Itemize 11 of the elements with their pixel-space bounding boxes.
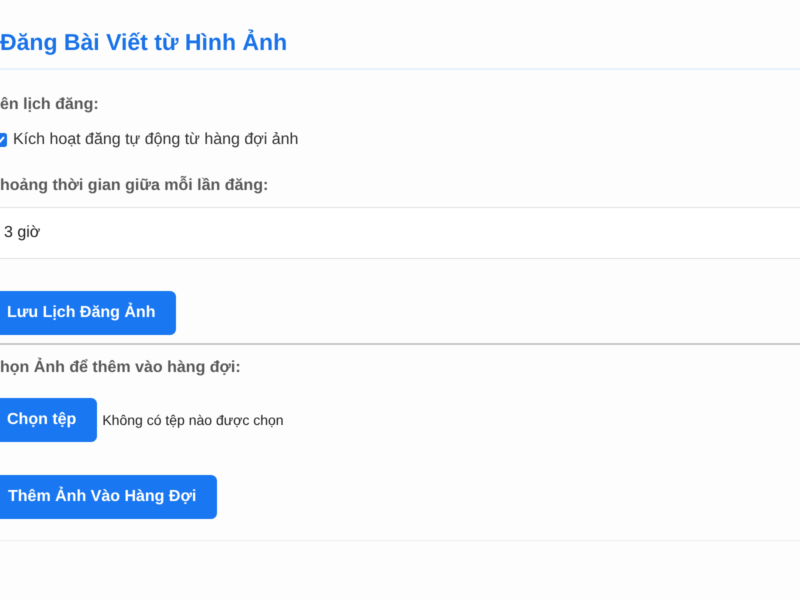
page-title: Đăng Bài Viết từ Hình Ảnh [0,28,288,57]
checkbox-label[interactable]: Kích hoạt đăng tự động từ hàng đợi ảnh [13,130,298,150]
interval-select[interactable]: 3 giờ [0,207,800,259]
checkbox[interactable] [0,133,7,147]
file-status: Không có tệp nào được chọn [102,412,284,428]
add-to-queue-button[interactable]: Thêm Ảnh Vào Hàng Đợi [0,475,218,519]
schedule-label: ên lịch đăng: [0,95,99,115]
upload-label: họn Ảnh để thêm vào hàng đợi: [0,358,241,378]
interval-label: hoảng thời gian giữa mỗi lần đăng: [0,176,268,196]
save-schedule-button[interactable]: Lưu Lịch Đăng Ảnh [0,291,176,335]
choose-file-button[interactable]: Chọn tệp [0,398,98,442]
